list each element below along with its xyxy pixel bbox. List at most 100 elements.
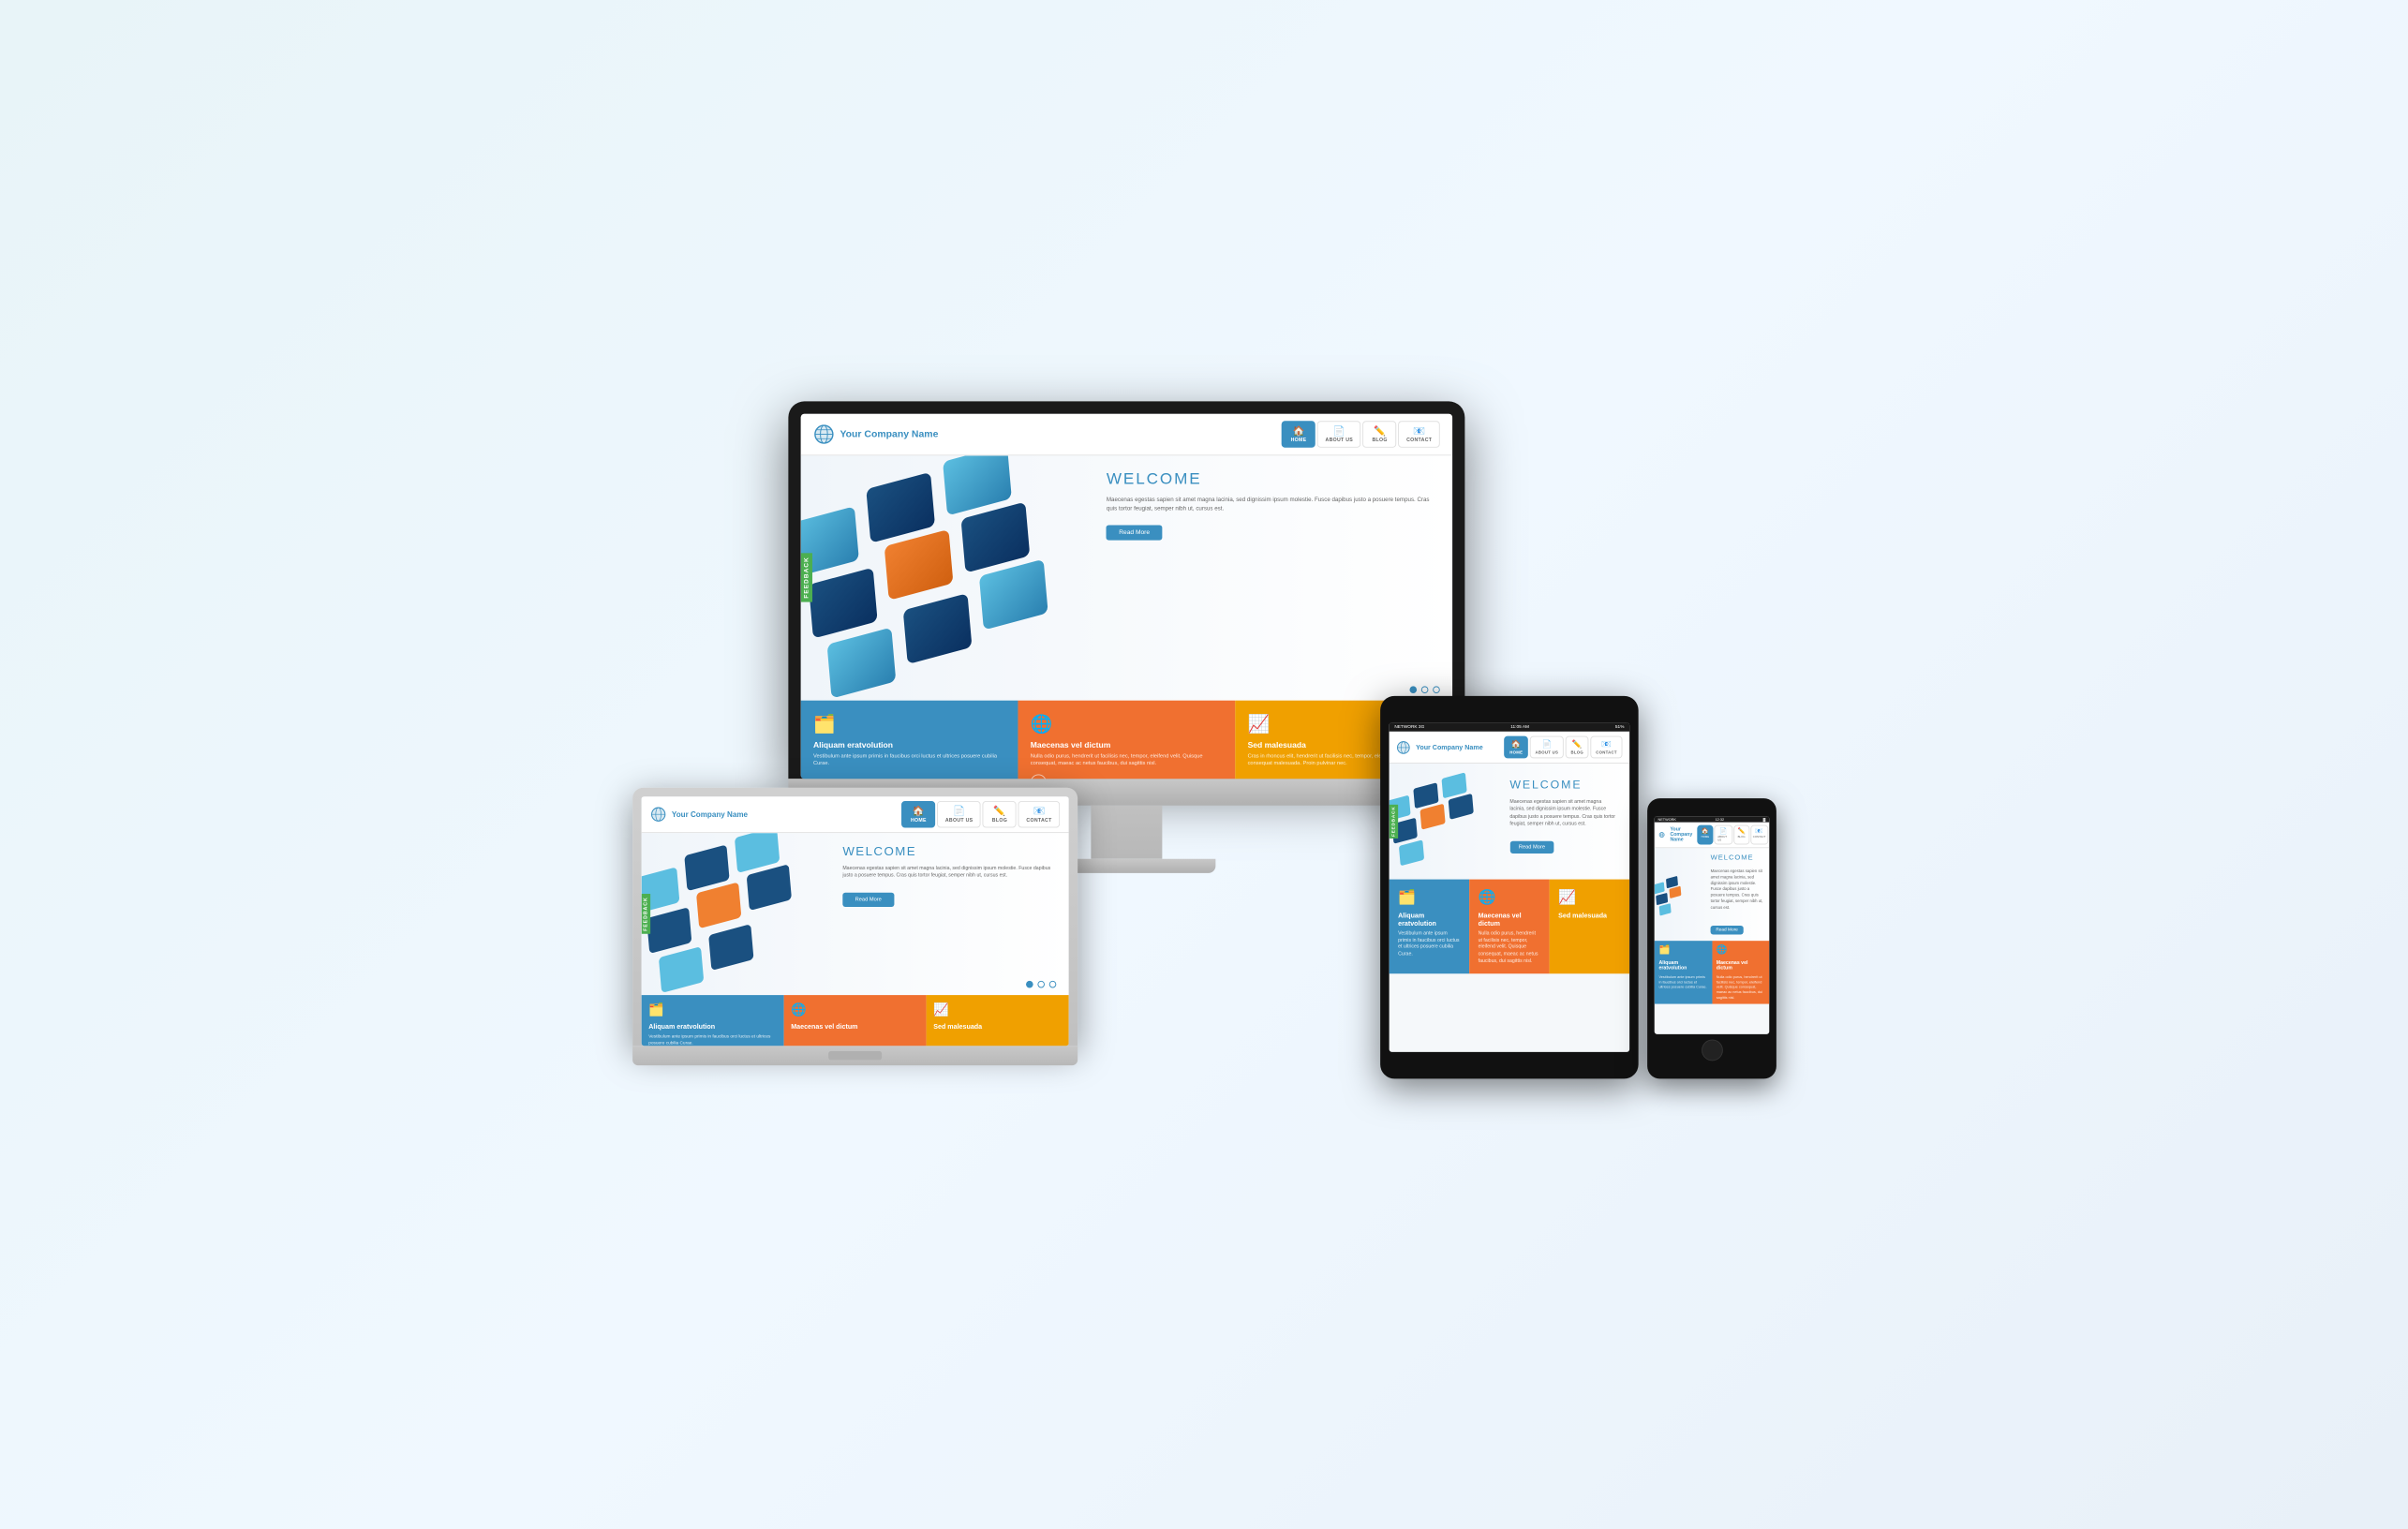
tablet-hero-content: WELCOME Maecenas egestas sapien sit amet…: [1497, 764, 1629, 880]
laptop-nav-home[interactable]: 🏠 HOME: [901, 801, 935, 828]
laptop-feature-2: 🌐 Maecenas vel dictum: [783, 995, 926, 1046]
laptop-hero: FEEDBACK WELCOME Maecenas egestas sapien…: [641, 833, 1068, 995]
tablet-tiles-svg: [1389, 764, 1496, 880]
tablet-nav: 🏠 HOME 📄 ABOUT US ✏️ BLOG 📧: [1504, 736, 1622, 759]
phone-nav-about[interactable]: 📄 ABOUT US: [1714, 825, 1732, 845]
monitor-logo: Your Company Name: [812, 423, 937, 445]
tablet-read-more-button[interactable]: Read More: [1509, 841, 1553, 854]
monitor-nav-contact[interactable]: 📧 CONTACT: [1398, 421, 1439, 448]
monitor-nav: 🏠 HOME 📄 ABOUT US ✏️ BLOG 📧: [1281, 421, 1439, 448]
monitor-nav-contact-label: CONTACT: [1406, 438, 1432, 443]
tablet-feature-1: 🗂️ Aliquam eratvolution Vestibulum ante …: [1389, 880, 1469, 974]
feedback-tab[interactable]: FEEDBACK: [800, 554, 811, 602]
monitor-feature-2: 🌐 Maecenas vel dictum Nulla odio purus, …: [1018, 700, 1235, 779]
feature-1-text: Vestibulum ante ipsum primis in faucibus…: [812, 752, 1004, 767]
laptop-logo-icon: [650, 807, 666, 823]
tablet-feature-3: 📈 Sed malesuada: [1549, 880, 1629, 974]
laptop-nav-contact[interactable]: 📧 CONTACT: [1018, 801, 1059, 828]
tablet-nav-blog[interactable]: ✏️ BLOG: [1565, 736, 1588, 759]
phone-features: 🗂️ Aliquam eratvolution Vestibulum ante …: [1654, 941, 1769, 1003]
monitor-nav-about[interactable]: 📄 ABOUT US: [1316, 421, 1360, 448]
monitor-logo-icon: [812, 423, 834, 445]
laptop-hero-image: FEEDBACK: [641, 833, 833, 995]
laptop-frame: Your Company Name 🏠 HOME 📄 ABOUT US ✏️: [632, 788, 1078, 1047]
tablet-logo-icon: [1396, 740, 1410, 754]
phone-frame: NETWORK 12:32 ▓ Your Company Name: [1647, 798, 1776, 1078]
monitor-company-name: Your Company Name: [840, 429, 938, 439]
dot-1[interactable]: [1409, 686, 1417, 693]
tablet-nav-about[interactable]: 📄 ABOUT US: [1529, 736, 1563, 759]
phone-hero-title: WELCOME: [1710, 854, 1764, 862]
feature-2-text: Nulla odio purus, hendrerit ut facilisis…: [1030, 752, 1222, 767]
feature-1-title: Aliquam eratvolution: [812, 740, 1004, 750]
laptop: Your Company Name 🏠 HOME 📄 ABOUT US ✏️: [632, 788, 1078, 1065]
laptop-tiles-svg: [641, 833, 833, 995]
phone-hero-content: WELCOME Maecenas egestas sapien sit amet…: [1705, 848, 1768, 941]
scene: Your Company Name 🏠 HOME 📄 ABOUT US ✏️: [632, 401, 1776, 1127]
monitor-carousel-dots: [1409, 686, 1439, 693]
monitor-stand-neck: [1091, 806, 1162, 859]
laptop-hero-content: WELCOME Maecenas egestas sapien sit amet…: [833, 833, 1068, 995]
monitor-hero-text: Maecenas egestas sapien sit amet magna l…: [1106, 496, 1439, 513]
monitor-hero-image: FEEDBACK: [800, 455, 1093, 700]
tablet-hero-title: WELCOME: [1509, 778, 1616, 791]
phone-screen: NETWORK 12:32 ▓ Your Company Name: [1654, 816, 1769, 1034]
dot-2[interactable]: [1420, 686, 1428, 693]
phone-hero-image: [1654, 848, 1705, 941]
feature-2-arrow[interactable]: →: [1030, 775, 1046, 779]
phone-home-button[interactable]: [1701, 1040, 1722, 1061]
tablet-nav-home[interactable]: 🏠 HOME: [1504, 736, 1527, 759]
tablet-features: 🗂️ Aliquam eratvolution Vestibulum ante …: [1389, 880, 1629, 974]
tablet-battery: 51%: [1614, 724, 1624, 730]
blog-icon: ✏️: [1374, 425, 1386, 437]
phone: NETWORK 12:32 ▓ Your Company Name: [1647, 798, 1776, 1078]
tiles-svg: [800, 455, 1093, 700]
monitor-screen: Your Company Name 🏠 HOME 📄 ABOUT US ✏️: [800, 414, 1451, 779]
laptop-nav-about[interactable]: 📄 ABOUT US: [937, 801, 981, 828]
monitor-nav-home[interactable]: 🏠 HOME: [1281, 421, 1315, 448]
monitor-read-more-button[interactable]: Read More: [1106, 525, 1162, 540]
dot-3[interactable]: [1433, 686, 1440, 693]
phone-logo: Your Company Name: [1658, 827, 1697, 843]
laptop-feature-3: 📈 Sed malesuada: [926, 995, 1068, 1046]
phone-nav-contact[interactable]: 📧 CONTACT: [1750, 825, 1768, 845]
feature-2-title: Maecenas vel dictum: [1030, 740, 1222, 750]
tablet-hero: FEEDBACK WELCOME Maecenas egestas sapien…: [1389, 764, 1629, 880]
laptop-screen: Your Company Name 🏠 HOME 📄 ABOUT US ✏️: [641, 796, 1068, 1046]
laptop-trackpad[interactable]: [828, 1051, 882, 1061]
home-icon: 🏠: [1292, 425, 1304, 437]
tablet-hero-text: Maecenas egestas sapien sit amet magna l…: [1509, 798, 1616, 827]
laptop-hero-text: Maecenas egestas sapien sit amet magna l…: [842, 865, 1060, 880]
phone-network: NETWORK: [1657, 817, 1675, 822]
monitor-feature-1: 🗂️ Aliquam eratvolution Vestibulum ante …: [800, 700, 1018, 779]
phone-feature-1: 🗂️ Aliquam eratvolution Vestibulum ante …: [1654, 941, 1711, 1003]
tablet-nav-contact[interactable]: 📧 CONTACT: [1590, 736, 1622, 759]
phone-logo-icon: [1658, 829, 1664, 839]
about-icon: 📄: [1332, 425, 1345, 437]
phone-nav-home[interactable]: 🏠 HOME: [1697, 825, 1713, 845]
laptop-feedback-tab[interactable]: FEEDBACK: [641, 894, 650, 933]
tablet-feedback-tab[interactable]: FEEDBACK: [1389, 805, 1398, 839]
phone-hero: WELCOME Maecenas egestas sapien sit amet…: [1654, 848, 1769, 941]
phone-read-more-button[interactable]: Read More: [1710, 926, 1743, 935]
laptop-site-header: Your Company Name 🏠 HOME 📄 ABOUT US ✏️: [641, 796, 1068, 833]
tablet-network: NETWORK 3G: [1394, 724, 1424, 730]
phone-status-bar: NETWORK 12:32 ▓: [1654, 816, 1769, 823]
monitor-hero-title: WELCOME: [1106, 470, 1439, 489]
tablet-time: 11:05 AM: [1510, 724, 1529, 730]
phone-time: 12:32: [1715, 817, 1724, 822]
monitor-hero: FEEDBACK WELCOME Maecenas egestas sapien…: [800, 455, 1451, 700]
laptop-features: 🗂️ Aliquam eratvolution Vestibulum ante …: [641, 995, 1068, 1046]
contact-icon: 📧: [1413, 425, 1425, 437]
phone-nav-blog[interactable]: ✏️ BLOG: [1733, 825, 1749, 845]
monitor-nav-blog[interactable]: ✏️ BLOG: [1362, 421, 1396, 448]
laptop-nav: 🏠 HOME 📄 ABOUT US ✏️ BLOG 📧: [901, 801, 1060, 828]
feature-2-icon: 🌐: [1030, 712, 1222, 735]
laptop-company-name: Your Company Name: [671, 809, 747, 819]
laptop-read-more-button[interactable]: Read More: [842, 892, 894, 906]
phone-battery: ▓: [1762, 817, 1765, 822]
feature-1-icon: 🗂️: [812, 712, 1004, 735]
laptop-nav-blog[interactable]: ✏️ BLOG: [982, 801, 1016, 828]
tablet-feature-2: 🌐 Maecenas vel dictum Nulla odio purus, …: [1469, 880, 1550, 974]
monitor-hero-content: WELCOME Maecenas egestas sapien sit amet…: [1093, 455, 1451, 700]
